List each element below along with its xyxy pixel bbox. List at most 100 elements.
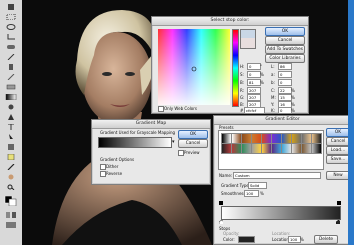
ok-button[interactable]: OK [265,27,305,36]
s-field[interactable]: 0 [247,71,261,78]
brush-tool-icon[interactable] [3,54,19,60]
color-stop-left-icon[interactable] [219,220,223,224]
k-label: K: [271,108,275,113]
marquee-tool-icon[interactable] [3,14,19,20]
add-to-swatches-button[interactable]: Add To Swatches [265,45,305,54]
gradient-preset-swatch[interactable] [311,143,322,154]
palette-edge [348,0,354,245]
smoothness-field[interactable]: 100 [244,190,259,197]
delete-button[interactable]: Delete [314,235,338,244]
lab-b-field[interactable]: 0 [278,79,292,86]
a-field[interactable]: 0 [278,71,292,78]
preview-label: Preview [184,150,200,155]
eraser-tool-icon[interactable] [3,84,19,90]
c-label: C: [271,88,276,93]
grayscale-mapping-label: Gradient Used for Grayscale Mapping [100,130,176,135]
gradient-preview-bar[interactable] [98,137,172,148]
dither-label: Dither [106,164,119,169]
gradient-tool-icon[interactable] [3,94,19,100]
r-label: R: [240,88,245,93]
opacity-stop-left-icon[interactable] [219,201,223,205]
m-unit: % [291,95,295,100]
reverse-label: Reverse [106,171,123,176]
b-label: B: [240,80,245,85]
gradient-editor-title: Gradient Editor [214,116,351,125]
s-unit: % [260,72,264,77]
pen-tool-icon[interactable] [3,114,19,120]
cancel-button[interactable]: Cancel [326,137,350,146]
gradient-editor-dialog: Gradient Editor Presets OK Cancel Load..… [213,115,352,245]
r-field[interactable]: 207 [247,87,261,94]
b-field[interactable]: 81 [247,79,261,86]
presets-grid[interactable] [218,130,324,170]
notes-tool-icon[interactable] [3,154,19,160]
name-input[interactable]: Custom [233,172,321,179]
current-color-swatch [240,38,256,49]
stamp-tool-icon[interactable] [3,64,19,70]
screen-mode-icon[interactable] [3,222,19,228]
save-button[interactable]: Save... [326,155,350,164]
crop-tool-icon[interactable] [3,34,19,40]
history-brush-icon[interactable] [3,74,19,80]
dodge-tool-icon[interactable] [3,104,19,110]
cancel-button[interactable]: Cancel [265,36,305,45]
location-unit: % [300,237,304,242]
new-button[interactable]: New [326,171,350,180]
k-field[interactable]: 0 [278,107,292,114]
shape-tool-icon[interactable] [3,144,19,150]
smoothness-unit: % [260,191,264,196]
foreground-color-swatch[interactable] [3,196,19,206]
gradient-type-select[interactable]: Solid [248,182,267,189]
c-field[interactable]: 22 [278,87,292,94]
color-stop-right-icon[interactable] [336,220,340,224]
quick-mask-icon[interactable] [3,212,19,218]
lab-b-label: b: [271,80,275,85]
opacity-stop-right-icon[interactable] [337,201,341,205]
load-button[interactable]: Load... [326,146,350,155]
healing-tool-icon[interactable] [3,44,19,50]
gradient-options-label: Gradient Options [100,157,135,162]
color-picker-title: Select stop color: [152,17,308,26]
hex-field[interactable]: cfcfcf [244,107,265,114]
lasso-tool-icon[interactable] [3,24,19,30]
only-web-colors-label: Only Web Colors [164,106,197,111]
stop-color-swatch[interactable] [238,236,255,243]
gradient-bar[interactable] [221,206,341,220]
gradient-type-label: Gradient Type: [221,183,251,188]
g-field[interactable]: 207 [247,94,261,101]
eyedropper-tool-icon[interactable] [3,164,19,170]
ok-button[interactable]: OK [326,128,350,137]
m-label: M: [271,95,276,100]
path-select-icon[interactable] [3,134,19,140]
toolbox [0,0,23,245]
opacity-label: Opacity: [223,231,240,236]
h-field[interactable]: 0 [247,63,261,70]
h-unit: ° [260,64,262,69]
hex-label: # [240,108,244,113]
color-libraries-button[interactable]: Color Libraries [265,54,305,63]
y-label: Y: [271,102,275,107]
b-unit: % [260,80,264,85]
color-field[interactable] [158,29,230,105]
gradient-map-title: Gradient Map [92,120,210,129]
color-label: Color: [223,237,235,242]
name-label: Name: [219,173,233,178]
hand-tool-icon[interactable] [3,174,19,180]
color-picker-dialog: Select stop color: OK Cancel Add To Swat… [151,16,309,114]
g-label: G: [240,95,245,100]
type-tool-icon[interactable] [3,124,19,130]
zoom-tool-icon[interactable] [3,184,19,190]
ok-button[interactable]: OK [178,130,208,139]
s-label: S: [240,72,244,77]
a-label: a: [271,72,275,77]
h-label: H: [240,64,245,69]
m-field[interactable]: 15 [278,94,292,101]
cancel-button[interactable]: Cancel [178,139,208,148]
l-field[interactable]: 86 [278,63,292,70]
gradient-map-dialog: Gradient Map Gradient Used for Grayscale… [91,119,211,185]
move-tool-icon[interactable] [3,4,19,10]
l-label: L: [271,64,275,69]
c-unit: % [291,88,295,93]
hue-slider[interactable] [232,29,239,107]
gradient-dropdown-icon[interactable]: ▾ [172,139,175,145]
